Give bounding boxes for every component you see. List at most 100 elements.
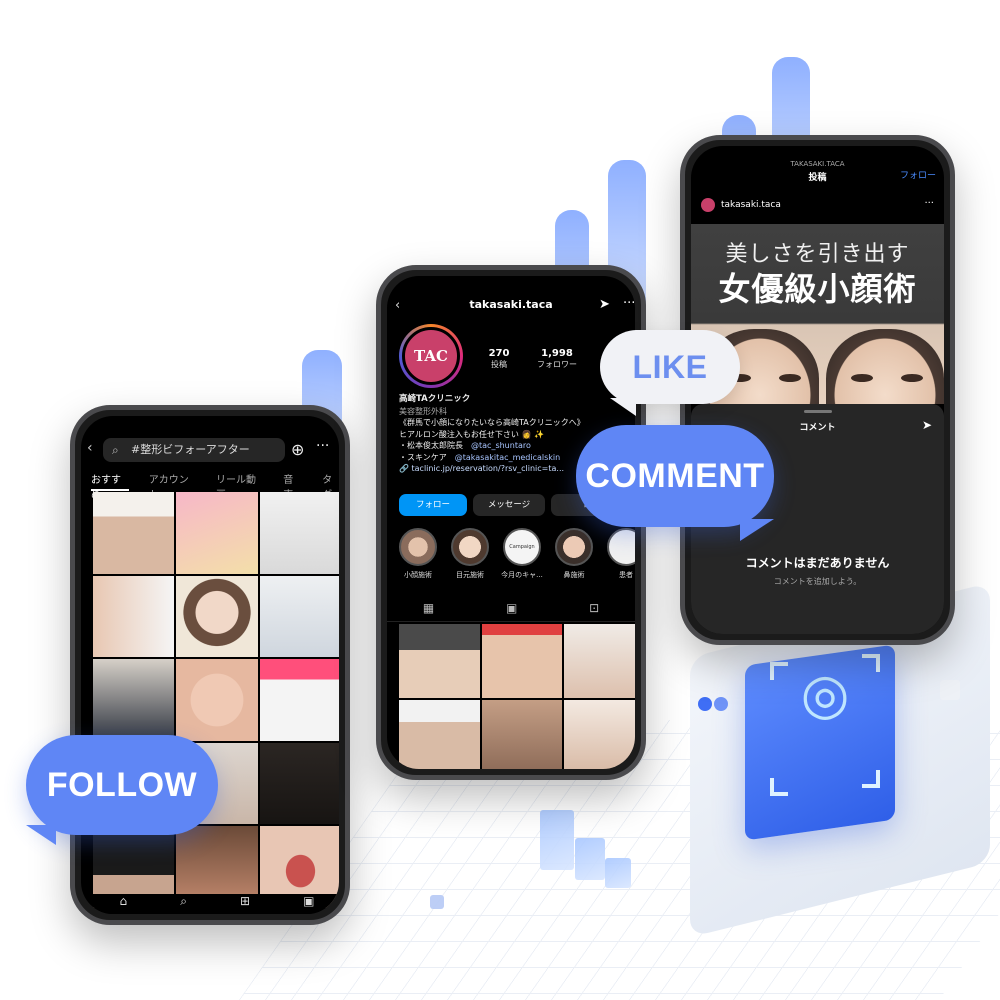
- bio-line: 《群馬で小顔になりたいなら高崎TAクリニックへ》: [399, 418, 585, 427]
- search-input[interactable]: ⌕ #整形ビフォーアフター: [103, 438, 285, 462]
- highlight-cover: [607, 528, 635, 566]
- grid-thumbnail[interactable]: [259, 492, 339, 574]
- highlight-item[interactable]: 目元施術: [449, 528, 491, 580]
- profile-category: 美容整形外科: [399, 406, 447, 416]
- reels-icon[interactable]: ▣: [506, 601, 517, 615]
- eye-shape: [901, 374, 923, 382]
- tab-audio[interactable]: 音声: [283, 471, 302, 501]
- link-icon: 🔗: [399, 464, 412, 473]
- highlight-label: 小顔施術: [404, 571, 432, 579]
- highlight-cover: Campaign: [503, 528, 541, 566]
- grid-thumbnail[interactable]: [399, 700, 480, 769]
- add-icon[interactable]: ⊕: [291, 440, 304, 459]
- marketing-illustration: ◎ ‹ ⌕ #整形ビフォーアフター ⊕ ··· おすすめ アカウント リール動画…: [0, 0, 1000, 1000]
- highlight-cover: [555, 528, 593, 566]
- bubble-tail: [610, 398, 636, 416]
- more-icon[interactable]: ···: [924, 198, 934, 209]
- grid-thumbnail[interactable]: [176, 659, 258, 741]
- add-icon[interactable]: ⊞: [240, 894, 250, 914]
- bottom-nav: ⌂ ⌕ ⊞ ▣: [93, 894, 339, 914]
- stat-posts-label: 投稿: [491, 360, 507, 369]
- grid-icon[interactable]: ▦: [423, 601, 434, 615]
- grid-thumbnail[interactable]: [176, 575, 258, 658]
- follow-link[interactable]: フォロー: [900, 168, 936, 181]
- bg-cube: [940, 680, 960, 700]
- search-text: #整形ビフォーアフター: [131, 443, 250, 456]
- reels-icon[interactable]: ▣: [303, 894, 314, 914]
- profile-link-text: taclinic.jp/reservation/?rsv_clinic=ta..…: [411, 464, 565, 473]
- back-icon[interactable]: ‹: [87, 440, 93, 456]
- highlight-label: 鼻施術: [563, 571, 585, 579]
- grid-thumbnail[interactable]: [259, 575, 339, 658]
- post-username: takasaki.taca: [721, 200, 781, 210]
- highlight-cover: [451, 528, 489, 566]
- grid-thumbnail[interactable]: [93, 492, 175, 574]
- account-header: TAKASAKI.TACA: [790, 160, 845, 168]
- highlight-label: 目元施術: [456, 571, 484, 579]
- explore-screen: ‹ ⌕ #整形ビフォーアフター ⊕ ··· おすすめ アカウント リール動画 音…: [81, 416, 339, 914]
- tab-accounts[interactable]: アカウント: [149, 471, 196, 501]
- stat-followers[interactable]: 1,998 フォロワー: [527, 348, 587, 370]
- mention-link[interactable]: @tac_shuntaro: [471, 441, 531, 450]
- more-icon[interactable]: ···: [623, 296, 635, 311]
- grid-thumbnail[interactable]: [564, 700, 635, 769]
- like-bubble: LIKE: [600, 330, 740, 416]
- bg-dot: [698, 697, 712, 711]
- send-icon[interactable]: ➤: [599, 297, 610, 312]
- grid-thumbnail[interactable]: [481, 624, 563, 698]
- highlight-item[interactable]: 患者: [605, 528, 635, 580]
- tagged-icon[interactable]: ⊡: [589, 601, 599, 615]
- stat-followers-value: 1,998: [541, 348, 573, 359]
- message-button[interactable]: メッセージ: [473, 494, 545, 516]
- grid-thumbnail[interactable]: [93, 659, 175, 741]
- avatar-logo: TAC: [402, 327, 460, 385]
- highlight-item[interactable]: 小顔施術: [397, 528, 439, 580]
- scan-corner-icon: [862, 654, 880, 672]
- profile-grid: [399, 624, 635, 769]
- highlight-item[interactable]: Campaign 今月のキャ...: [501, 528, 543, 580]
- grid-thumbnail[interactable]: [399, 624, 480, 698]
- post-author[interactable]: takasaki.taca: [701, 198, 781, 212]
- tab-reels[interactable]: リール動画: [216, 471, 263, 501]
- bio-line: ・松本俊太郎院長: [399, 441, 463, 450]
- tab-tags[interactable]: タグ: [322, 471, 339, 501]
- grid-thumbnail[interactable]: [481, 700, 563, 769]
- highlight-label: 患者: [619, 571, 633, 579]
- explore-tabs: おすすめ アカウント リール動画 音声 タグ: [91, 471, 339, 501]
- grid-thumbnail[interactable]: [259, 742, 339, 825]
- bg-cube: [540, 810, 574, 870]
- profile-screen: ‹ takasaki.taca ➤ ··· TAC 270 投稿 1,998 フ…: [387, 276, 635, 769]
- profile-tabs: ▦ ▣ ⊡: [387, 594, 635, 622]
- highlight-cover: [399, 528, 437, 566]
- mention-link[interactable]: @takasakitac_medicalskin: [455, 453, 560, 462]
- follow-button[interactable]: フォロー: [399, 494, 467, 516]
- comment-bubble: COMMENT: [576, 425, 774, 541]
- grid-thumbnail[interactable]: [564, 624, 635, 698]
- like-label: LIKE: [632, 348, 708, 385]
- grid-thumbnail[interactable]: [176, 492, 258, 574]
- search-icon[interactable]: ⌕: [180, 894, 187, 914]
- bubble-tail: [26, 825, 56, 845]
- grid-thumbnail[interactable]: [93, 575, 175, 658]
- home-icon[interactable]: ⌂: [120, 894, 128, 914]
- bg-cube: [575, 838, 605, 880]
- scan-corner-icon: [862, 770, 880, 788]
- bg-cube: [430, 895, 444, 909]
- empty-comments-text: コメントはまだありません: [745, 556, 890, 570]
- bg-dot: [714, 697, 728, 711]
- add-comment-hint[interactable]: コメントを追加しよう。: [691, 576, 944, 587]
- grid-thumbnail[interactable]: [259, 659, 339, 741]
- search-icon: ⌕: [112, 443, 119, 457]
- highlight-label: 今月のキャ...: [501, 571, 543, 579]
- drag-handle[interactable]: [803, 410, 832, 413]
- send-icon[interactable]: ➤: [922, 418, 932, 432]
- phone-explore: ‹ ⌕ #整形ビフォーアフター ⊕ ··· おすすめ アカウント リール動画 音…: [70, 405, 350, 925]
- eye-shape: [851, 374, 873, 382]
- profile-username: takasaki.taca: [469, 298, 553, 311]
- avatar[interactable]: TAC: [399, 324, 463, 388]
- highlight-item[interactable]: 鼻施術: [553, 528, 595, 580]
- more-icon[interactable]: ···: [316, 438, 329, 454]
- stat-posts[interactable]: 270 投稿: [479, 348, 519, 370]
- tab-recommended[interactable]: おすすめ: [91, 471, 129, 501]
- profile-name: 高崎TAクリニック: [399, 394, 471, 404]
